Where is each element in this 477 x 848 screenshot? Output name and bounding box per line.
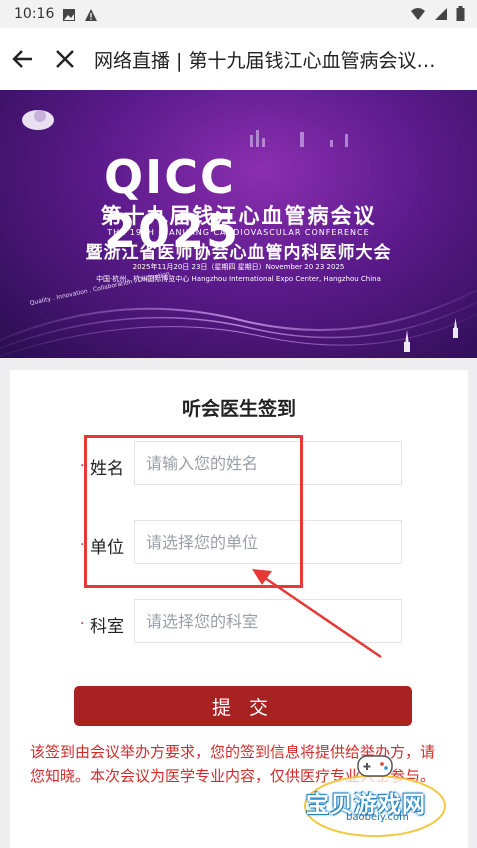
gamepad-icon: [357, 755, 393, 777]
annotation-arrow: [252, 569, 382, 659]
watermark-url: baobeiy.com: [346, 812, 409, 823]
